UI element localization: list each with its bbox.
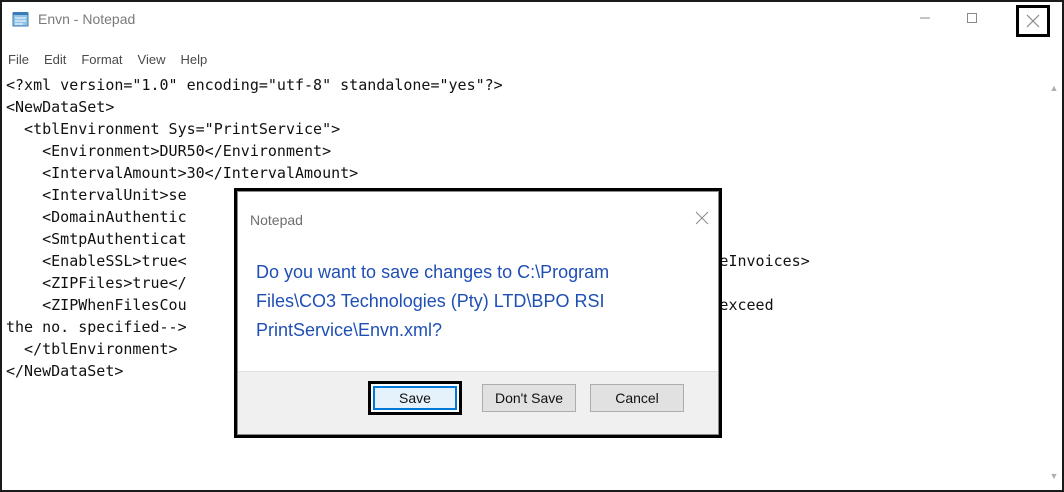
editor-line: <?xml version="1.0" encoding="utf-8" sta…: [6, 76, 503, 94]
menu-format[interactable]: Format: [73, 48, 129, 72]
dialog-button-bar: Save Don't Save Cancel: [238, 371, 718, 434]
editor-line: <IntervalAmount>30</IntervalAmount>: [6, 164, 359, 182]
menu-bar: File Edit Format View Help: [2, 48, 214, 72]
dialog-title: Notepad: [250, 212, 303, 228]
dialog-message: Do you want to save changes to C:\Progra…: [256, 258, 696, 345]
minimize-button[interactable]: [902, 2, 948, 34]
editor-line: <Environment>DUR50</Environment>: [6, 142, 332, 160]
save-button[interactable]: Save: [368, 381, 462, 415]
dialog-body: Notepad Do you want to save changes to C…: [237, 191, 719, 435]
dialog-message-line: Files\CO3 Technologies (Pty) LTD\BPO RSI: [256, 291, 605, 311]
dialog-message-line: PrintService\Envn.xml?: [256, 320, 443, 340]
notepad-app-icon: [12, 11, 29, 27]
vertical-scrollbar[interactable]: ▲ ▼: [1046, 74, 1062, 488]
scroll-down-icon[interactable]: ▼: [1046, 468, 1062, 484]
maximize-button[interactable]: [949, 2, 995, 34]
dialog-close-button[interactable]: [690, 206, 714, 230]
editor-line: <NewDataSet>: [6, 98, 115, 116]
cancel-button[interactable]: Cancel: [590, 384, 684, 412]
menu-view[interactable]: View: [130, 48, 173, 72]
menu-help[interactable]: Help: [172, 48, 214, 72]
window-title: Envn - Notepad: [38, 11, 136, 27]
close-icon: [1026, 14, 1040, 28]
save-changes-dialog: Notepad Do you want to save changes to C…: [234, 188, 722, 438]
menu-edit[interactable]: Edit: [36, 48, 73, 72]
minimize-icon: [920, 17, 930, 19]
title-bar: Envn - Notepad: [2, 2, 1062, 38]
maximize-icon: [967, 13, 977, 23]
close-button[interactable]: [1016, 5, 1050, 37]
editor-line: <tblEnvironment Sys="PrintService">: [6, 120, 341, 138]
close-icon: [695, 211, 709, 225]
menu-file[interactable]: File: [2, 48, 36, 72]
dont-save-button[interactable]: Don't Save: [482, 384, 576, 412]
save-button-label: Save: [373, 386, 457, 410]
dialog-message-line: Do you want to save changes to C:\Progra…: [256, 262, 610, 282]
scroll-up-icon[interactable]: ▲: [1046, 80, 1062, 96]
